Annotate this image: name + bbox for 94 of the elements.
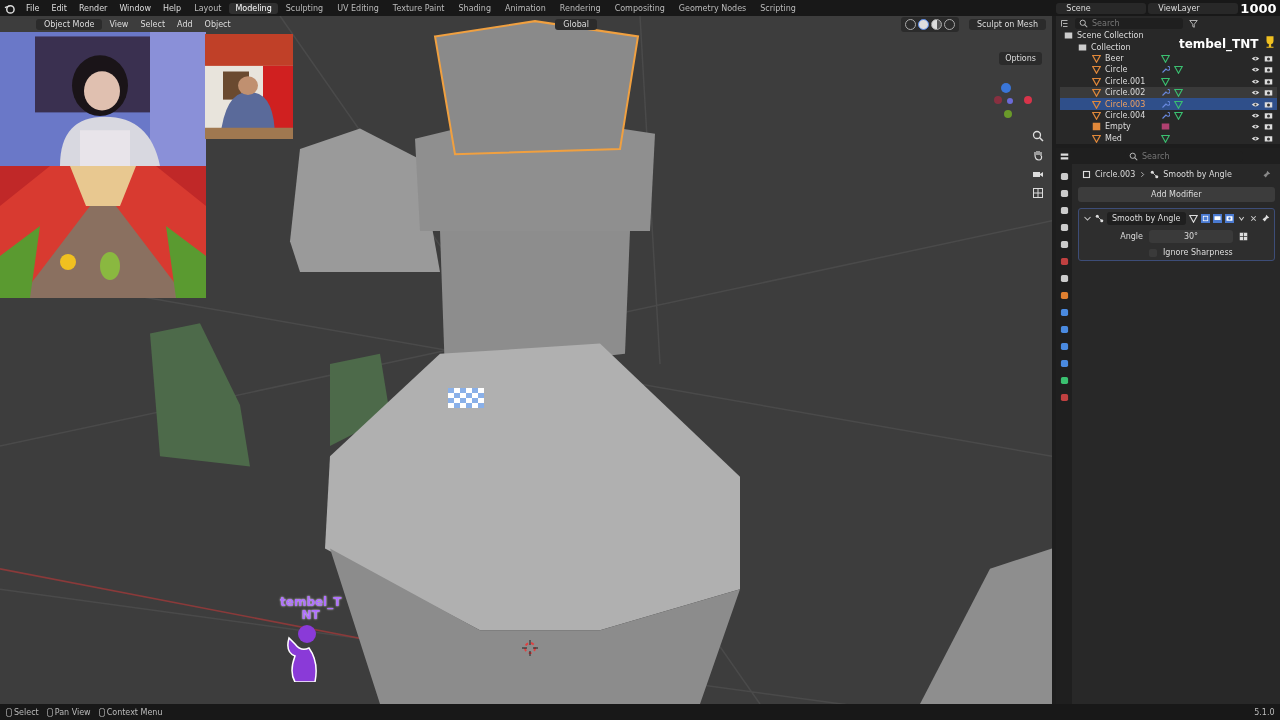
modifier-node-icon (1095, 214, 1104, 223)
add-modifier-button[interactable]: Add Modifier (1078, 187, 1275, 202)
mesh-data-icon[interactable] (1188, 214, 1198, 223)
mesh-data-icon (1161, 133, 1170, 143)
mouse-icon (98, 707, 105, 717)
workspace-tab[interactable]: Modeling (229, 2, 278, 14)
camera-icon[interactable] (1263, 110, 1273, 120)
search-icon (1129, 151, 1138, 161)
close-icon[interactable] (1248, 214, 1258, 223)
scene-collection-label[interactable]: Scene Collection (1077, 31, 1144, 41)
camera-icon[interactable] (1263, 133, 1273, 143)
expand-chevron-icon[interactable] (1083, 214, 1092, 223)
outliner-item[interactable]: Circle (1060, 64, 1277, 76)
pin-icon[interactable] (1260, 214, 1270, 223)
outliner-item[interactable]: Beer (1060, 52, 1277, 65)
mouse-icon (46, 707, 53, 717)
workspace-tab[interactable]: Compositing (608, 2, 671, 14)
object-icon (1092, 133, 1101, 143)
3d-cursor-icon (522, 640, 538, 656)
solid-shading-icon[interactable] (917, 18, 929, 30)
menu-item[interactable]: Select (135, 18, 171, 30)
angle-label: Angle (1119, 232, 1143, 241)
menu-item[interactable]: Object (199, 18, 236, 30)
collection-label[interactable]: Collection (1091, 42, 1131, 52)
outliner-item[interactable]: Empty (1060, 121, 1277, 133)
status-hint: Context Menu (106, 707, 163, 717)
camera-icon[interactable] (1263, 122, 1273, 132)
workspace-tab[interactable]: Scripting (754, 2, 802, 14)
chat-username: tembel_T NT (280, 596, 342, 623)
options-dropdown[interactable]: Options (999, 52, 1042, 65)
modifier-name: Smooth by Angle (1163, 170, 1232, 179)
camera-icon[interactable] (1263, 99, 1273, 109)
workspace-tab[interactable]: Sculpting (279, 2, 330, 14)
status-hint: Select (14, 707, 39, 717)
node-socket-icon[interactable] (1239, 232, 1248, 241)
menu-item[interactable]: File (21, 2, 45, 14)
angle-field[interactable]: 30° (1149, 230, 1233, 243)
edit-mode-toggle-icon[interactable] (1200, 214, 1210, 223)
workspace-tab[interactable]: Animation (499, 2, 552, 14)
render-toggle-icon[interactable] (1224, 214, 1234, 223)
viewport-toggle-icon[interactable] (1212, 214, 1222, 223)
counter-text: 1000 (1240, 0, 1277, 16)
camera-icon[interactable] (1263, 54, 1273, 63)
outliner-item[interactable]: Circle.002 (1060, 87, 1277, 99)
channel-name: tembel_TNT (1178, 37, 1259, 52)
mode-dropdown[interactable]: Object Mode (36, 18, 103, 30)
mouse-icon (6, 707, 12, 717)
material-shading-icon[interactable] (930, 18, 942, 30)
menu-item[interactable]: Help (157, 2, 187, 14)
workspace-tab[interactable]: Geometry Nodes (672, 2, 753, 14)
sculpt-button[interactable]: Sculpt on Mesh (968, 18, 1046, 30)
menu-item[interactable]: Window (114, 2, 156, 14)
outliner-item[interactable]: Circle.004 (1060, 109, 1277, 122)
workspace-tab[interactable]: Rendering (553, 2, 607, 14)
modifier-name-field[interactable]: Smooth by Angle (1107, 212, 1186, 225)
outliner-item[interactable]: Circle.003 (1060, 98, 1277, 110)
hand-icon[interactable] (1032, 149, 1044, 161)
view-layer-selector[interactable]: ViewLayer (1148, 2, 1239, 14)
camera-icon[interactable] (1263, 76, 1273, 86)
dropdown-icon[interactable] (1236, 214, 1246, 223)
menu-item[interactable]: Edit (46, 2, 72, 14)
grid-icon[interactable] (1032, 187, 1044, 199)
search-icon (1079, 18, 1088, 28)
scene-selector[interactable]: Scene (1056, 2, 1147, 14)
menu-item[interactable]: View (104, 18, 134, 30)
zoom-icon[interactable] (1032, 130, 1044, 142)
modifier-node-icon (1150, 170, 1160, 179)
display-mode-icon[interactable] (1060, 18, 1069, 28)
camera-icon[interactable] (1263, 65, 1273, 75)
checkbox-label: Ignore Sharpness (1163, 248, 1233, 257)
editor-type-icon[interactable] (1060, 151, 1069, 161)
outliner-item[interactable]: Med (1060, 132, 1277, 144)
camera-icon[interactable] (1263, 88, 1273, 98)
version-text: 5.1.0 (1254, 707, 1275, 717)
empty-icon (1092, 122, 1101, 132)
workspace-tab[interactable]: Shading (452, 2, 497, 14)
image-data-icon (1161, 122, 1170, 132)
pin-icon[interactable] (1261, 170, 1271, 179)
orientation-dropdown[interactable]: Global (555, 18, 597, 30)
blender-logo-icon[interactable] (4, 2, 15, 14)
status-hint: Pan View (54, 707, 91, 717)
search-field[interactable]: Search (1075, 17, 1183, 29)
filter-icon[interactable] (1189, 18, 1198, 28)
outliner-item[interactable]: Circle.001 (1060, 75, 1277, 87)
menu-item[interactable]: Add (172, 18, 198, 30)
eye-icon[interactable] (1250, 54, 1260, 63)
workspace-tab[interactable]: UV Editing (331, 2, 385, 14)
workspace-tab[interactable]: Texture Paint (386, 2, 451, 14)
workspace-tab[interactable]: Layout (188, 2, 228, 14)
checker-icon (448, 388, 484, 408)
object-name: Circle.003 (1095, 170, 1136, 179)
object-icon (1082, 170, 1091, 179)
menu-item[interactable]: Render (73, 2, 113, 14)
chevron-icon (1139, 171, 1147, 178)
